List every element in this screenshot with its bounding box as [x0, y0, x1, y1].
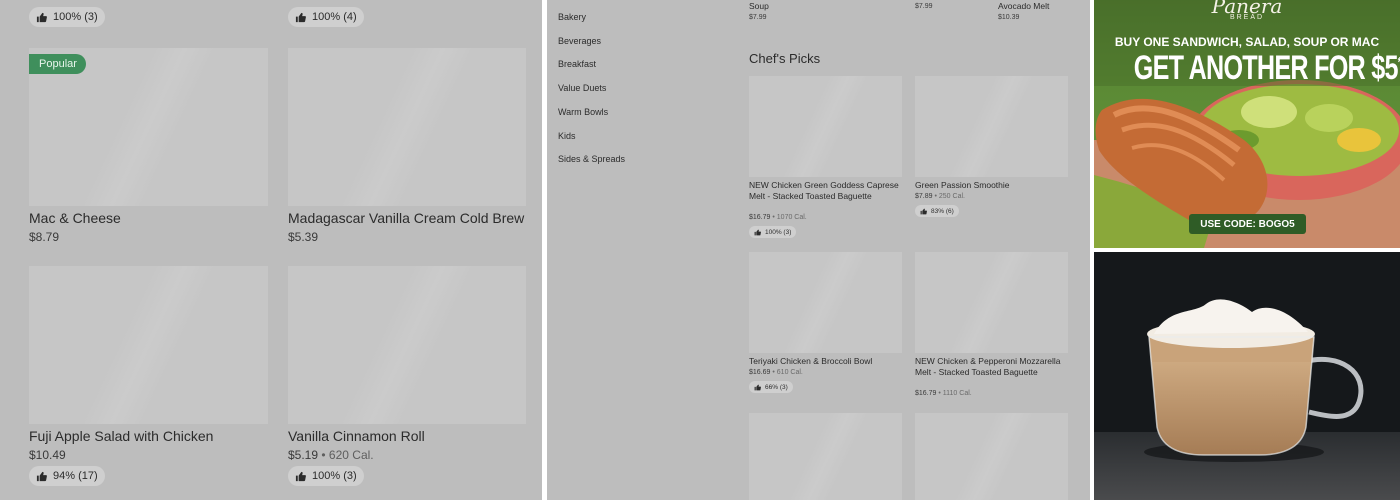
- menu-item-price-line: $16.79 • 1070 Cal.: [749, 214, 807, 221]
- rating-pill: 100% (4): [288, 7, 364, 27]
- brand-logo-sub: BREAD: [1229, 14, 1265, 21]
- menu-item-image[interactable]: [749, 252, 902, 353]
- thumbs-up-icon: [754, 384, 761, 390]
- category-link-value-duets[interactable]: Value Duets: [558, 83, 606, 93]
- thumbs-up-icon: [36, 471, 47, 481]
- rating-pill: 100% (3): [29, 7, 105, 27]
- menu-item-image[interactable]: [29, 266, 268, 424]
- menu-item-price: $10.39: [998, 14, 1020, 21]
- rating-pill: 100% (3): [749, 226, 797, 238]
- menu-item-price: $8.79: [29, 230, 60, 244]
- menu-item-title[interactable]: NEW Chicken Green Goddess Caprese Melt -…: [749, 180, 899, 202]
- rating-pill: 94% (17): [29, 466, 105, 486]
- rating-pill: 83% (6): [915, 205, 959, 217]
- menu-item-calories: 1110 Cal.: [942, 390, 972, 397]
- menu-item-price-line: $7.89 • 250 Cal.: [915, 193, 965, 200]
- menu-item-price-line: $16.69 • 610 Cal.: [749, 369, 803, 376]
- promo-banner[interactable]: Panera BREAD BUY ONE SANDWICH, SALAD, SO…: [1094, 0, 1400, 248]
- menu-item-title[interactable]: Green Passion Smoothie: [915, 180, 1065, 191]
- rating-text: 100% (4): [312, 11, 357, 23]
- rating-text: 66% (3): [765, 383, 788, 391]
- menu-grid-panel: 100% (3) 100% (4) Popular Mac & Cheese $…: [0, 0, 542, 500]
- category-link-warm-bowls[interactable]: Warm Bowls: [558, 107, 608, 117]
- menu-item-image[interactable]: [749, 413, 902, 500]
- category-link-breakfast[interactable]: Breakfast: [558, 59, 596, 69]
- promo-headline: BUY ONE SANDWICH, SALAD, SOUP OR MAC: [1114, 35, 1380, 49]
- menu-item-title[interactable]: Vanilla Cinnamon Roll: [288, 428, 425, 444]
- menu-item-price: $7.99: [749, 14, 767, 21]
- menu-category-panel: Bakery Beverages Breakfast Value Duets W…: [547, 0, 1090, 500]
- popular-badge: Popular: [29, 54, 86, 74]
- rating-text: 100% (3): [53, 11, 98, 23]
- menu-item-calories: 1070 Cal.: [776, 214, 807, 221]
- menu-item-price: $7.89: [915, 193, 933, 200]
- menu-item-price: $16.79: [749, 214, 771, 221]
- menu-item-image[interactable]: [749, 76, 902, 177]
- menu-item-price-line: $5.19 • 620 Cal.: [288, 448, 374, 462]
- menu-item-image[interactable]: [915, 413, 1068, 500]
- menu-item-image[interactable]: [288, 266, 526, 424]
- menu-item-title[interactable]: NEW Chicken & Pepperoni Mozzarella Melt …: [915, 356, 1065, 378]
- rating-pill: 66% (3): [749, 381, 793, 393]
- thumbs-up-icon: [36, 12, 47, 22]
- menu-item-title[interactable]: Madagascar Vanilla Cream Cold Brew: [288, 210, 524, 226]
- menu-item-title[interactable]: Soup: [749, 1, 769, 12]
- menu-item-price: $7.99: [915, 3, 933, 10]
- section-heading: Chef's Picks: [749, 51, 821, 66]
- menu-item-image[interactable]: [288, 48, 526, 206]
- thumbs-up-icon: [295, 12, 306, 22]
- menu-item-price: $5.19: [288, 448, 319, 462]
- thumbs-up-icon: [920, 208, 927, 214]
- category-link-bakery[interactable]: Bakery: [558, 12, 586, 22]
- menu-item-price-line: $16.79 • 1110 Cal.: [915, 390, 972, 397]
- coffee-promo-image[interactable]: [1094, 252, 1400, 500]
- menu-item-image[interactable]: [915, 76, 1068, 177]
- menu-item-title[interactable]: Mac & Cheese: [29, 210, 121, 226]
- category-link-kids[interactable]: Kids: [558, 131, 576, 141]
- menu-item-price: $5.39: [288, 230, 319, 244]
- rating-text: 100% (3): [312, 470, 357, 482]
- rating-pill: 100% (3): [288, 466, 364, 486]
- thumbs-up-icon: [295, 471, 306, 481]
- category-link-sides-spreads[interactable]: Sides & Spreads: [558, 154, 625, 164]
- menu-item-price: $16.79: [915, 390, 937, 397]
- thumbs-up-icon: [754, 229, 761, 235]
- promo-code-badge: USE CODE: BOGO5: [1189, 214, 1306, 234]
- menu-item-calories: 620 Cal.: [328, 448, 374, 462]
- menu-item-image[interactable]: [915, 252, 1068, 353]
- rating-text: 83% (6): [931, 207, 954, 215]
- menu-item-calories: 610 Cal.: [776, 369, 803, 376]
- menu-item-price: $10.49: [29, 448, 66, 462]
- promo-panel: Panera BREAD BUY ONE SANDWICH, SALAD, SO…: [1094, 0, 1400, 500]
- menu-item-price: $16.69: [749, 369, 771, 376]
- menu-item-title[interactable]: Teriyaki Chicken & Broccoli Bowl: [749, 356, 899, 367]
- coffee-cup-illustration: [1094, 252, 1400, 500]
- menu-item-title[interactable]: Fuji Apple Salad with Chicken: [29, 428, 213, 444]
- promo-offer-text: GET ANOTHER FOR $5: [1133, 49, 1399, 87]
- category-link-beverages[interactable]: Beverages: [558, 36, 601, 46]
- rating-text: 94% (17): [53, 470, 98, 482]
- rating-text: 100% (3): [765, 228, 792, 236]
- promo-offer: GET ANOTHER FOR $5*: [1134, 49, 1400, 88]
- menu-item-calories: 250 Cal.: [938, 193, 965, 200]
- menu-item-title[interactable]: Avocado Melt: [998, 1, 1049, 12]
